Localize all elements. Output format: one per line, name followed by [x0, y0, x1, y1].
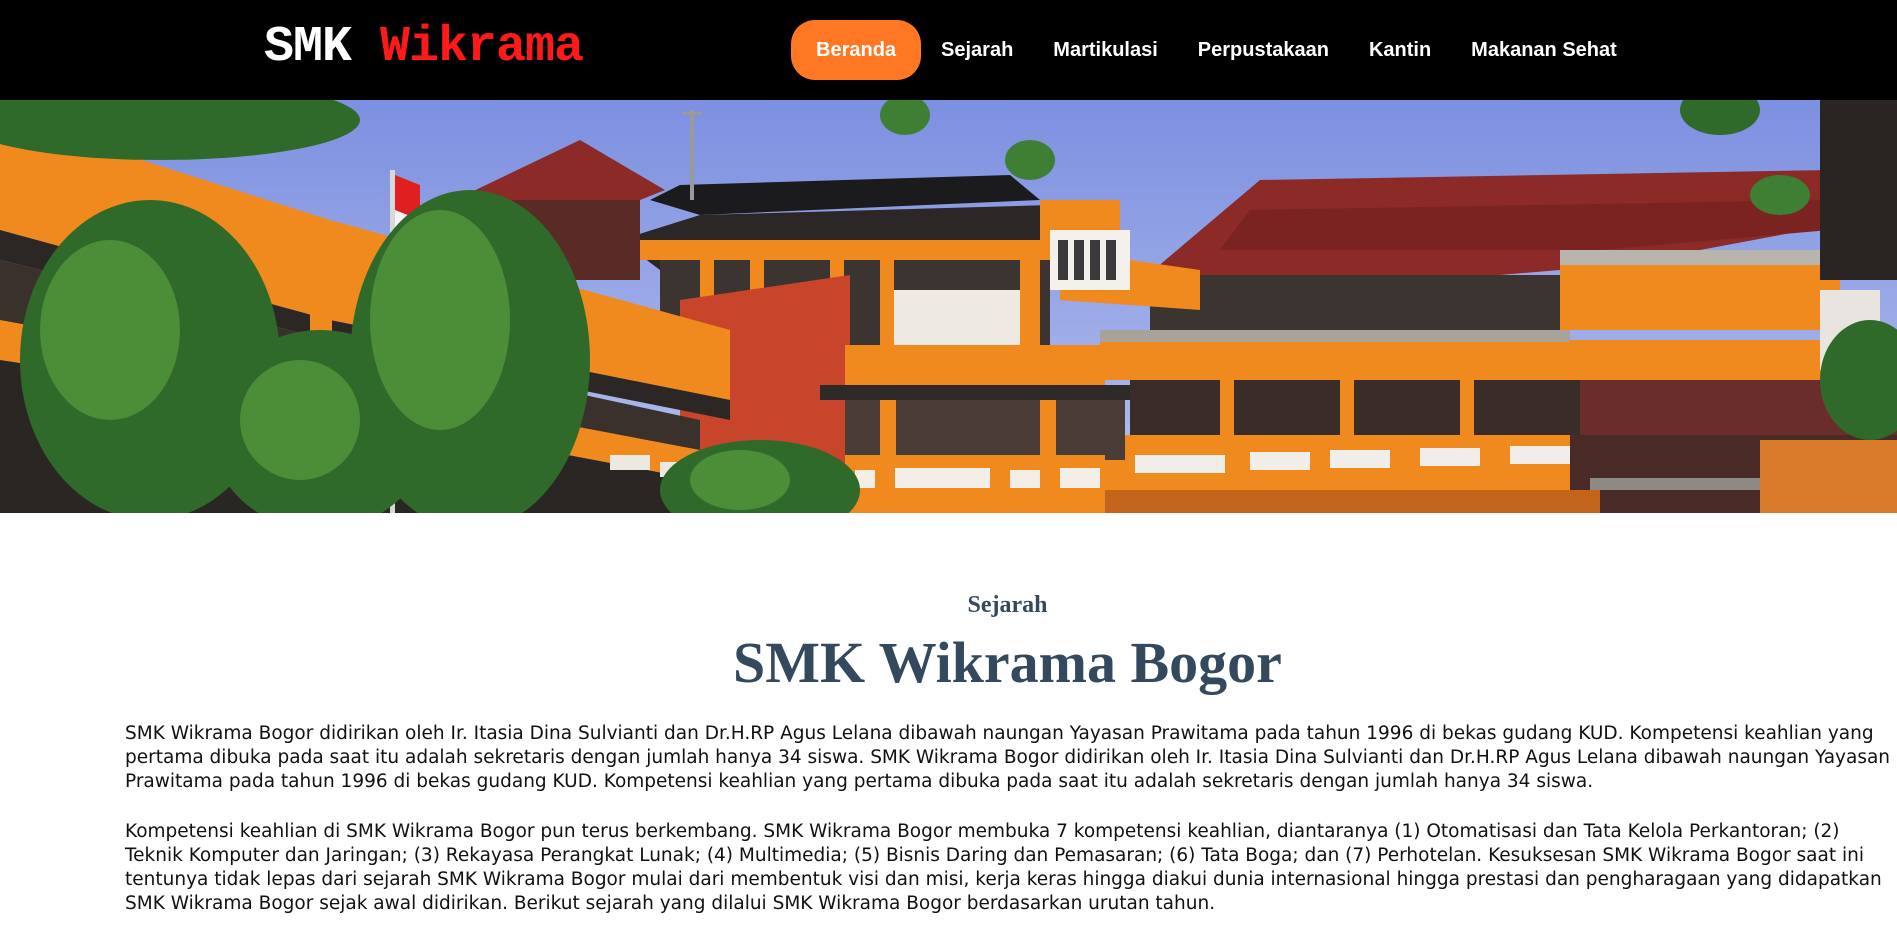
top-navbar: SMK Wikrama Beranda Sejarah Martikulasi …: [0, 0, 1897, 100]
hero-banner: [0, 100, 1897, 513]
nav-item-martikulasi[interactable]: Martikulasi: [1033, 20, 1177, 80]
main-nav: Beranda Sejarah Martikulasi Perpustakaan…: [791, 20, 1637, 80]
nav-item-kantin[interactable]: Kantin: [1349, 20, 1451, 80]
main-content: Sejarah SMK Wikrama Bogor SMK Wikrama Bo…: [125, 590, 1890, 942]
history-paragraph-1: SMK Wikrama Bogor didirikan oleh Ir. Ita…: [125, 723, 1891, 792]
site-logo[interactable]: SMK Wikrama: [264, 19, 584, 76]
nav-item-beranda[interactable]: Beranda: [791, 20, 922, 80]
school-building-photo: [0, 100, 1897, 513]
history-paragraph-2: Kompetensi keahlian di SMK Wikrama Bogor…: [125, 821, 1882, 914]
section-eyebrow: Sejarah: [967, 592, 1048, 618]
logo-text-wikrama: Wikrama: [380, 19, 584, 76]
nav-item-perpustakaan[interactable]: Perpustakaan: [1178, 20, 1349, 80]
logo-text-smk: SMK: [264, 19, 352, 76]
nav-item-makanan-sehat[interactable]: Makanan Sehat: [1451, 20, 1637, 80]
nav-item-sejarah[interactable]: Sejarah: [921, 20, 1033, 80]
page-title: SMK Wikrama Bogor: [733, 630, 1282, 695]
